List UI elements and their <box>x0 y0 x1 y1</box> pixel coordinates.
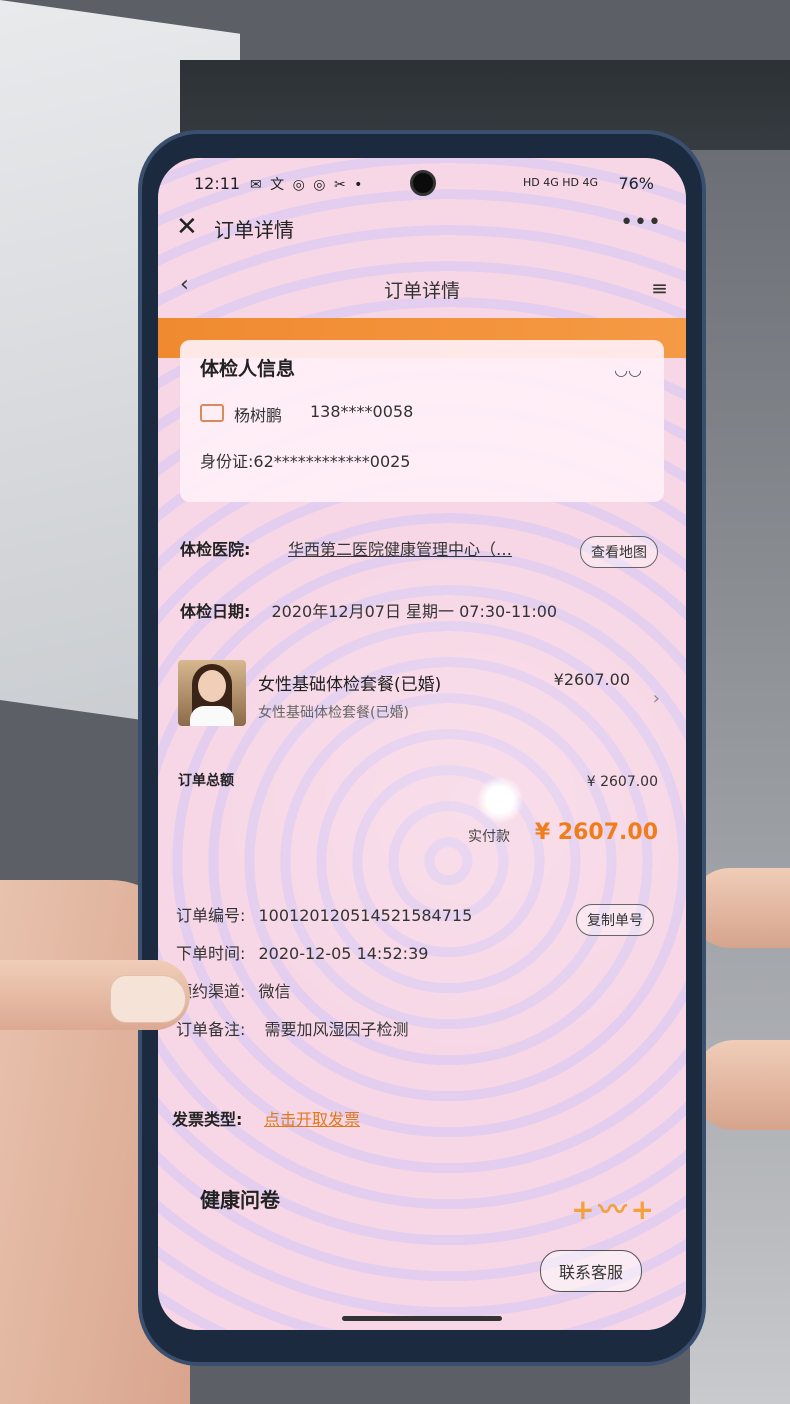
menu-icon[interactable]: ≡ <box>651 276 668 300</box>
package-name[interactable]: 女性基础体检套餐(已婚) <box>258 670 441 695</box>
questionnaire-decoration-icon: +〰+ <box>571 1193 658 1226</box>
examinee-name: 杨树鹏 <box>234 406 283 425</box>
package-image-face <box>198 670 226 702</box>
contact-service-button[interactable]: 联系客服 <box>540 1250 643 1292</box>
light-glare <box>476 776 524 824</box>
date-row: 体检日期: 2020年12月07日 星期一 07:30-11:00 <box>180 598 557 622</box>
id-value: 62************0025 <box>253 452 411 471</box>
examinee-title: 体检人信息 <box>200 358 296 380</box>
battery-level: 76% <box>618 174 654 193</box>
order-time-row: 下单时间: 2020-12-05 14:52:39 <box>176 940 428 964</box>
page-nav-bar: ‹ 订单详情 ≡ <box>158 258 686 318</box>
wechat-title-bar: ✕ 订单详情 ••• <box>158 202 686 252</box>
order-number-value: 1001201205145215847​15 <box>258 906 473 925</box>
signal-icons: HD 4G HD 4G <box>522 176 598 189</box>
copy-order-number-button[interactable]: 复制单号 <box>576 904 654 936</box>
questionnaire-title[interactable]: 健康问卷 <box>200 1184 280 1213</box>
finger-right-2 <box>694 1040 790 1130</box>
phone-screen: 12:11 ✉ 文 ◎ ◎ ✂ • HD 4G HD 4G 76% ✕ 订单详情… <box>158 158 686 1330</box>
invoice-link[interactable]: 点击开取发票 <box>264 1106 360 1130</box>
note-row: 订单备注: 需要加风湿因子检测 <box>176 1016 409 1040</box>
examinee-id: 身份证:62************0025 <box>200 448 410 472</box>
date-value: 2020年12月07日 星期一 07:30-11:00 <box>271 602 558 621</box>
date-label: 体检日期: <box>180 602 251 621</box>
hospital-label: 体检医院: <box>180 540 251 559</box>
hospital-row: 体检医院: <box>180 536 250 560</box>
more-icon[interactable]: ••• <box>620 210 662 235</box>
id-label: 身份证: <box>200 452 254 471</box>
page-title: 订单详情 <box>383 280 460 302</box>
paid-value: ¥ 2607.00 <box>534 820 658 845</box>
status-time: 12:11 <box>194 174 241 193</box>
channel-row: 预约渠道: 微信 <box>176 978 291 1002</box>
examinee-card: 体检人信息 ◡◡ 杨树鹏 138****0058 身份证:62*********… <box>180 340 664 502</box>
order-time-value: 2020-12-05 14:52:39 <box>258 944 429 963</box>
package-subtitle: 女性基础体检套餐(已婚) <box>258 705 409 721</box>
close-icon[interactable]: ✕ <box>176 212 198 242</box>
wechat-title: 订单详情 <box>214 218 294 242</box>
order-total-value: ¥ 2607.00 <box>586 774 658 790</box>
package-image <box>178 660 246 726</box>
invoice-label: 发票类型: <box>172 1110 243 1129</box>
order-total-label: 订单总额 <box>178 773 234 789</box>
package-price: ¥2607.00 <box>553 670 630 689</box>
notification-icons: ✉ 文 ◎ ◎ ✂ • <box>250 177 365 193</box>
home-indicator[interactable] <box>342 1316 502 1321</box>
note-value: 需要加风湿因子检测 <box>264 1020 409 1039</box>
chevron-right-icon[interactable]: › <box>653 688 660 709</box>
note-label: 订单备注: <box>176 1020 246 1039</box>
order-number-label: 订单编号: <box>176 906 246 925</box>
id-card-icon <box>200 404 224 422</box>
examinee-phone: 138****0058 <box>310 402 414 421</box>
paid-label: 实付款 <box>468 829 510 845</box>
order-number-row: 订单编号: 1001201205145215847​15 <box>176 902 472 926</box>
thumb-nail <box>110 975 186 1023</box>
order-time-label: 下单时间: <box>176 944 246 963</box>
view-map-button[interactable]: 查看地图 <box>580 536 658 568</box>
channel-value: 微信 <box>258 982 291 1001</box>
package-image-shirt <box>190 706 234 726</box>
hospital-link[interactable]: 华西第二医院健康管理中心（… <box>288 536 512 560</box>
status-bar: 12:11 ✉ 文 ◎ ◎ ✂ • HD 4G HD 4G 76% <box>194 174 654 198</box>
eye-closed-icon[interactable]: ◡◡ <box>614 360 642 379</box>
